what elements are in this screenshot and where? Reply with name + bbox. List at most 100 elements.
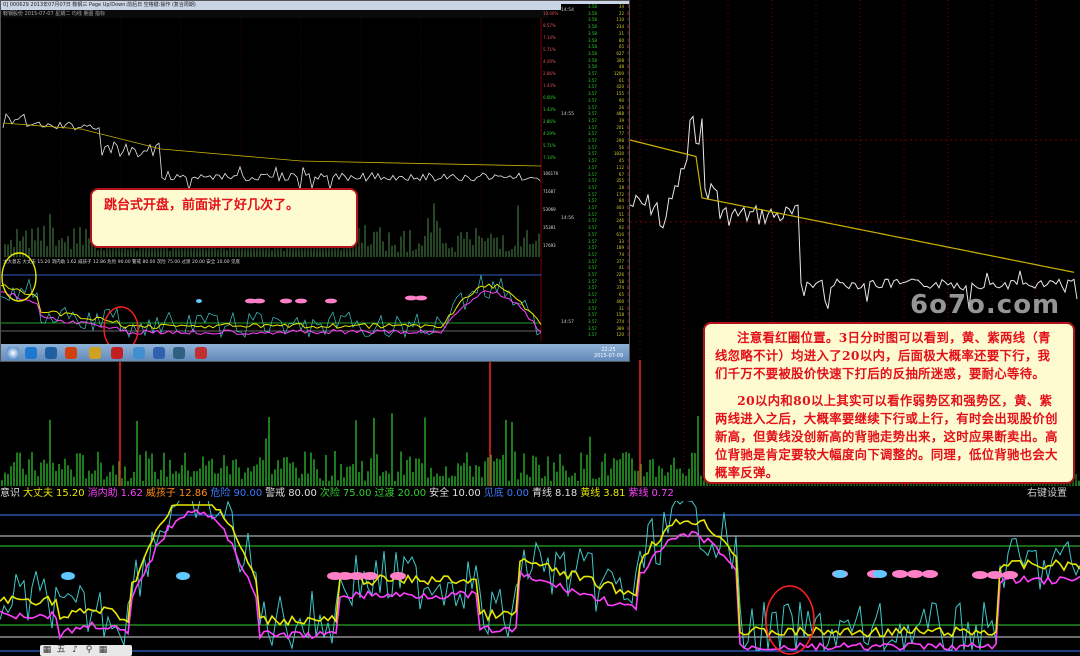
search-icon[interactable]: ⚲ <box>82 645 96 656</box>
browser-icon[interactable] <box>25 347 37 359</box>
right-click-settings-label[interactable]: 右键设置 <box>1027 487 1067 501</box>
price-axis-label: 1.43% <box>543 107 556 112</box>
tick-row: 3.57 67 S <box>588 171 630 178</box>
music-icon[interactable]: ♪ <box>68 645 82 656</box>
tick-side: S <box>627 238 630 244</box>
legend-item-label: 次险 <box>319 488 340 499</box>
tick-price: 3.57 <box>588 171 597 177</box>
tick-side: S <box>627 231 630 237</box>
tick-side: S <box>627 97 630 103</box>
bottom-toolbar[interactable]: ▦ 五 ♪ ⚲ ▦ <box>40 645 132 656</box>
tick-price: 3.57 <box>588 298 597 304</box>
app-chart-icon[interactable] <box>153 347 165 359</box>
app-flag-icon[interactable] <box>173 347 185 359</box>
tick-price: 3.57 <box>588 104 597 110</box>
tick-side: S <box>627 218 630 224</box>
app-k-icon[interactable] <box>45 347 57 359</box>
tick-price: 3.58 <box>588 57 597 63</box>
tick-row: 3.57 77 S <box>588 131 630 137</box>
inset-chart[interactable] <box>1 1 630 362</box>
tick-price: 3.57 <box>588 77 597 83</box>
app-dot-icon[interactable] <box>65 347 77 359</box>
tick-volume: 80 <box>618 37 624 43</box>
tick-price: 3.57 <box>588 312 597 318</box>
tick-row: 3.57 400 S <box>588 298 630 305</box>
start-icon[interactable] <box>7 347 19 359</box>
tick-volume: 627 <box>616 50 624 56</box>
legend-item-label: 危险 <box>210 488 231 499</box>
tick-volume: 201 <box>616 124 624 130</box>
tick-price: 3.57 <box>588 285 597 291</box>
tick-row: 3.57 172 S <box>588 191 629 198</box>
tick-row: 3.57 155 S <box>588 91 629 97</box>
tick-volume: 1830 <box>613 151 624 157</box>
tick-price: 3.58 <box>588 37 597 43</box>
price-axis-label: 2.86% <box>543 119 556 124</box>
taskbar-clock: 22:25 2015-07-09 <box>594 347 623 359</box>
five-button[interactable]: 五 <box>54 645 68 656</box>
tick-volume: 355 <box>616 178 624 184</box>
tick-side: B <box>627 305 630 311</box>
tick-price: 3.57 <box>588 117 597 123</box>
sell-signal-capsule <box>1002 571 1018 579</box>
inset-sell-capsule <box>325 298 337 304</box>
price-axis-label: 5.71% <box>543 47 556 52</box>
tick-row: 3.58 627 S <box>588 50 629 57</box>
tick-volume: 48 <box>618 64 624 70</box>
tick-price: 3.58 <box>588 44 597 50</box>
tick-volume: 22 <box>618 10 624 16</box>
tick-price: 3.57 <box>588 278 597 284</box>
tick-side: S <box>627 171 630 177</box>
tick-volume: 41 <box>618 265 624 271</box>
app-gear-icon[interactable] <box>89 347 101 359</box>
tick-time: 14:55 <box>561 112 574 117</box>
app-red2-icon[interactable] <box>195 347 207 359</box>
tick-volume: 246 <box>616 218 624 224</box>
tick-price: 3.57 <box>588 138 597 143</box>
app-disc-icon[interactable] <box>133 347 145 359</box>
sell-signal-capsule <box>972 571 988 579</box>
tick-price: 3.57 <box>588 191 597 197</box>
legend-item-label: 威孩子 <box>145 488 176 499</box>
tick-side: B <box>627 184 630 190</box>
tick-row: 3.58 48 B <box>588 64 629 70</box>
tick-row: 3.57 112 B <box>588 164 629 171</box>
price-axis-label: 0.00% <box>543 95 556 100</box>
tick-volume: 110 <box>616 17 624 23</box>
legend-item-value: 20.00 <box>397 488 427 499</box>
tick-side: B <box>627 44 630 50</box>
tick-price: 3.57 <box>588 332 597 338</box>
tick-side: S <box>627 211 630 217</box>
tick-price: 3.57 <box>588 184 597 190</box>
tick-row: 3.57 355 S <box>588 178 629 184</box>
price-axis-label: 1.43% <box>543 83 556 88</box>
tick-side: B <box>627 124 630 130</box>
app-red-icon[interactable] <box>111 347 123 359</box>
tick-volume: 84 <box>618 198 624 204</box>
inset-title-bar: 0] 000629 2013年07月07日 鞍钢三 Page Up/Down:前… <box>1 1 629 10</box>
tick-side: S <box>627 37 630 43</box>
tick-volume: 189 <box>616 245 624 251</box>
tick-side: S <box>627 131 630 137</box>
tick-volume: 65 <box>618 44 624 50</box>
tick-volume: 90 <box>618 97 624 103</box>
tick-side: S <box>627 298 630 304</box>
grid-icon-2[interactable]: ▦ <box>96 645 110 656</box>
legend-item-label: 消内助 <box>87 488 118 499</box>
tick-side: S <box>627 138 630 143</box>
tick-price: 3.57 <box>588 164 597 170</box>
tick-side: S <box>627 30 630 36</box>
volume-axis-label: 106176 <box>543 171 559 176</box>
tick-volume: 67 <box>618 171 624 177</box>
tick-detail-panel: 3.58 34 S 3.58 22 B 3.58 110 S 3.58 234 B 3.58 31 S 3.5… <box>561 4 630 344</box>
tick-row: 3.57 389 B <box>588 326 629 332</box>
tick-row: 3.57 226 S <box>588 272 629 278</box>
tick-volume: 31 <box>618 305 624 311</box>
tick-row: 3.57 274 S <box>588 319 629 325</box>
tick-price: 3.57 <box>588 198 597 204</box>
tick-side: S <box>627 251 630 257</box>
tick-volume: 403 <box>616 205 624 210</box>
tick-row: 3.57 90 S <box>588 97 630 104</box>
tick-side: B <box>627 225 630 231</box>
grid-icon[interactable]: ▦ <box>40 645 54 656</box>
